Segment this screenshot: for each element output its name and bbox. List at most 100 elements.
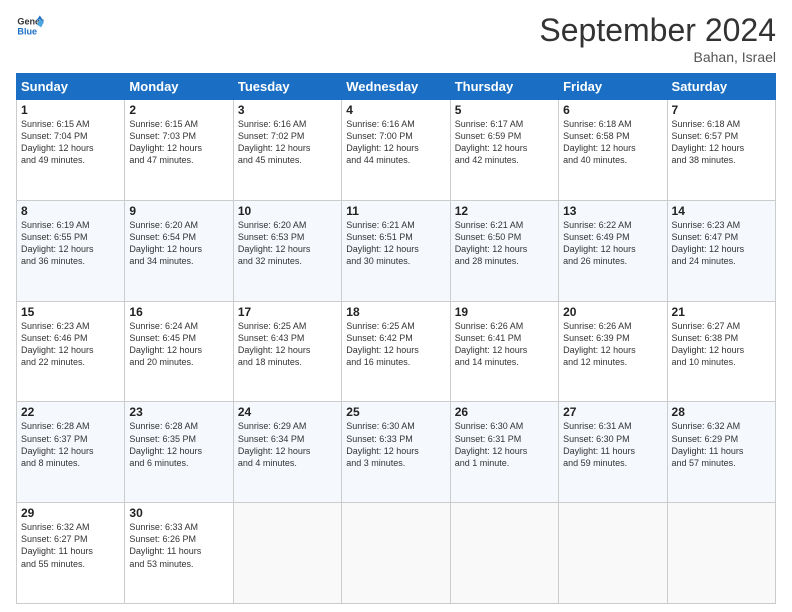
day-info: Sunrise: 6:20 AMSunset: 6:53 PMDaylight:… xyxy=(238,219,337,268)
day-info: Sunrise: 6:28 AMSunset: 6:37 PMDaylight:… xyxy=(21,420,120,469)
day-number: 10 xyxy=(238,204,337,218)
table-row: 24Sunrise: 6:29 AMSunset: 6:34 PMDayligh… xyxy=(233,402,341,503)
day-number: 5 xyxy=(455,103,554,117)
calendar-week-3: 15Sunrise: 6:23 AMSunset: 6:46 PMDayligh… xyxy=(17,301,776,402)
table-row: 18Sunrise: 6:25 AMSunset: 6:42 PMDayligh… xyxy=(342,301,450,402)
day-info: Sunrise: 6:22 AMSunset: 6:49 PMDaylight:… xyxy=(563,219,662,268)
day-number: 28 xyxy=(672,405,771,419)
table-row xyxy=(342,503,450,604)
header-thursday: Thursday xyxy=(450,74,558,100)
day-info: Sunrise: 6:26 AMSunset: 6:39 PMDaylight:… xyxy=(563,320,662,369)
day-number: 17 xyxy=(238,305,337,319)
day-number: 19 xyxy=(455,305,554,319)
table-row xyxy=(233,503,341,604)
day-info: Sunrise: 6:33 AMSunset: 6:26 PMDaylight:… xyxy=(129,521,228,570)
day-info: Sunrise: 6:32 AMSunset: 6:27 PMDaylight:… xyxy=(21,521,120,570)
day-number: 18 xyxy=(346,305,445,319)
day-info: Sunrise: 6:21 AMSunset: 6:51 PMDaylight:… xyxy=(346,219,445,268)
day-number: 24 xyxy=(238,405,337,419)
day-number: 22 xyxy=(21,405,120,419)
day-number: 12 xyxy=(455,204,554,218)
table-row: 11Sunrise: 6:21 AMSunset: 6:51 PMDayligh… xyxy=(342,200,450,301)
header-friday: Friday xyxy=(559,74,667,100)
day-number: 3 xyxy=(238,103,337,117)
title-block: September 2024 Bahan, Israel xyxy=(539,12,776,65)
table-row: 22Sunrise: 6:28 AMSunset: 6:37 PMDayligh… xyxy=(17,402,125,503)
table-row: 14Sunrise: 6:23 AMSunset: 6:47 PMDayligh… xyxy=(667,200,775,301)
calendar-week-2: 8Sunrise: 6:19 AMSunset: 6:55 PMDaylight… xyxy=(17,200,776,301)
day-number: 29 xyxy=(21,506,120,520)
day-info: Sunrise: 6:16 AMSunset: 7:02 PMDaylight:… xyxy=(238,118,337,167)
logo: General Blue xyxy=(16,12,44,40)
page: General Blue September 2024 Bahan, Israe… xyxy=(0,0,792,612)
day-info: Sunrise: 6:27 AMSunset: 6:38 PMDaylight:… xyxy=(672,320,771,369)
day-info: Sunrise: 6:25 AMSunset: 6:43 PMDaylight:… xyxy=(238,320,337,369)
table-row: 28Sunrise: 6:32 AMSunset: 6:29 PMDayligh… xyxy=(667,402,775,503)
day-info: Sunrise: 6:31 AMSunset: 6:30 PMDaylight:… xyxy=(563,420,662,469)
day-number: 11 xyxy=(346,204,445,218)
day-info: Sunrise: 6:32 AMSunset: 6:29 PMDaylight:… xyxy=(672,420,771,469)
calendar-week-1: 1Sunrise: 6:15 AMSunset: 7:04 PMDaylight… xyxy=(17,100,776,201)
day-info: Sunrise: 6:26 AMSunset: 6:41 PMDaylight:… xyxy=(455,320,554,369)
day-info: Sunrise: 6:24 AMSunset: 6:45 PMDaylight:… xyxy=(129,320,228,369)
day-info: Sunrise: 6:30 AMSunset: 6:33 PMDaylight:… xyxy=(346,420,445,469)
calendar-week-5: 29Sunrise: 6:32 AMSunset: 6:27 PMDayligh… xyxy=(17,503,776,604)
table-row: 5Sunrise: 6:17 AMSunset: 6:59 PMDaylight… xyxy=(450,100,558,201)
header: General Blue September 2024 Bahan, Israe… xyxy=(16,12,776,65)
location: Bahan, Israel xyxy=(539,49,776,65)
day-info: Sunrise: 6:23 AMSunset: 6:47 PMDaylight:… xyxy=(672,219,771,268)
day-number: 20 xyxy=(563,305,662,319)
header-monday: Monday xyxy=(125,74,233,100)
header-sunday: Sunday xyxy=(17,74,125,100)
table-row: 13Sunrise: 6:22 AMSunset: 6:49 PMDayligh… xyxy=(559,200,667,301)
table-row: 3Sunrise: 6:16 AMSunset: 7:02 PMDaylight… xyxy=(233,100,341,201)
table-row: 4Sunrise: 6:16 AMSunset: 7:00 PMDaylight… xyxy=(342,100,450,201)
table-row: 17Sunrise: 6:25 AMSunset: 6:43 PMDayligh… xyxy=(233,301,341,402)
day-number: 14 xyxy=(672,204,771,218)
day-number: 13 xyxy=(563,204,662,218)
day-info: Sunrise: 6:19 AMSunset: 6:55 PMDaylight:… xyxy=(21,219,120,268)
day-number: 25 xyxy=(346,405,445,419)
table-row: 12Sunrise: 6:21 AMSunset: 6:50 PMDayligh… xyxy=(450,200,558,301)
day-number: 26 xyxy=(455,405,554,419)
table-row: 7Sunrise: 6:18 AMSunset: 6:57 PMDaylight… xyxy=(667,100,775,201)
header-saturday: Saturday xyxy=(667,74,775,100)
day-info: Sunrise: 6:23 AMSunset: 6:46 PMDaylight:… xyxy=(21,320,120,369)
table-row: 27Sunrise: 6:31 AMSunset: 6:30 PMDayligh… xyxy=(559,402,667,503)
table-row: 23Sunrise: 6:28 AMSunset: 6:35 PMDayligh… xyxy=(125,402,233,503)
day-number: 4 xyxy=(346,103,445,117)
svg-text:Blue: Blue xyxy=(17,26,37,36)
day-number: 21 xyxy=(672,305,771,319)
calendar-week-4: 22Sunrise: 6:28 AMSunset: 6:37 PMDayligh… xyxy=(17,402,776,503)
month-title: September 2024 xyxy=(539,12,776,49)
table-row: 15Sunrise: 6:23 AMSunset: 6:46 PMDayligh… xyxy=(17,301,125,402)
generalblue-logo-icon: General Blue xyxy=(16,12,44,40)
day-number: 7 xyxy=(672,103,771,117)
table-row: 1Sunrise: 6:15 AMSunset: 7:04 PMDaylight… xyxy=(17,100,125,201)
day-number: 30 xyxy=(129,506,228,520)
table-row: 2Sunrise: 6:15 AMSunset: 7:03 PMDaylight… xyxy=(125,100,233,201)
day-info: Sunrise: 6:20 AMSunset: 6:54 PMDaylight:… xyxy=(129,219,228,268)
table-row xyxy=(667,503,775,604)
table-row: 6Sunrise: 6:18 AMSunset: 6:58 PMDaylight… xyxy=(559,100,667,201)
day-number: 9 xyxy=(129,204,228,218)
day-number: 15 xyxy=(21,305,120,319)
calendar-table: Sunday Monday Tuesday Wednesday Thursday… xyxy=(16,73,776,604)
day-info: Sunrise: 6:18 AMSunset: 6:57 PMDaylight:… xyxy=(672,118,771,167)
table-row: 20Sunrise: 6:26 AMSunset: 6:39 PMDayligh… xyxy=(559,301,667,402)
day-info: Sunrise: 6:17 AMSunset: 6:59 PMDaylight:… xyxy=(455,118,554,167)
table-row: 30Sunrise: 6:33 AMSunset: 6:26 PMDayligh… xyxy=(125,503,233,604)
day-info: Sunrise: 6:15 AMSunset: 7:04 PMDaylight:… xyxy=(21,118,120,167)
table-row xyxy=(450,503,558,604)
day-info: Sunrise: 6:25 AMSunset: 6:42 PMDaylight:… xyxy=(346,320,445,369)
day-number: 23 xyxy=(129,405,228,419)
day-number: 2 xyxy=(129,103,228,117)
day-info: Sunrise: 6:18 AMSunset: 6:58 PMDaylight:… xyxy=(563,118,662,167)
table-row: 8Sunrise: 6:19 AMSunset: 6:55 PMDaylight… xyxy=(17,200,125,301)
table-row: 9Sunrise: 6:20 AMSunset: 6:54 PMDaylight… xyxy=(125,200,233,301)
table-row: 16Sunrise: 6:24 AMSunset: 6:45 PMDayligh… xyxy=(125,301,233,402)
table-row: 29Sunrise: 6:32 AMSunset: 6:27 PMDayligh… xyxy=(17,503,125,604)
table-row: 25Sunrise: 6:30 AMSunset: 6:33 PMDayligh… xyxy=(342,402,450,503)
table-row: 21Sunrise: 6:27 AMSunset: 6:38 PMDayligh… xyxy=(667,301,775,402)
header-tuesday: Tuesday xyxy=(233,74,341,100)
